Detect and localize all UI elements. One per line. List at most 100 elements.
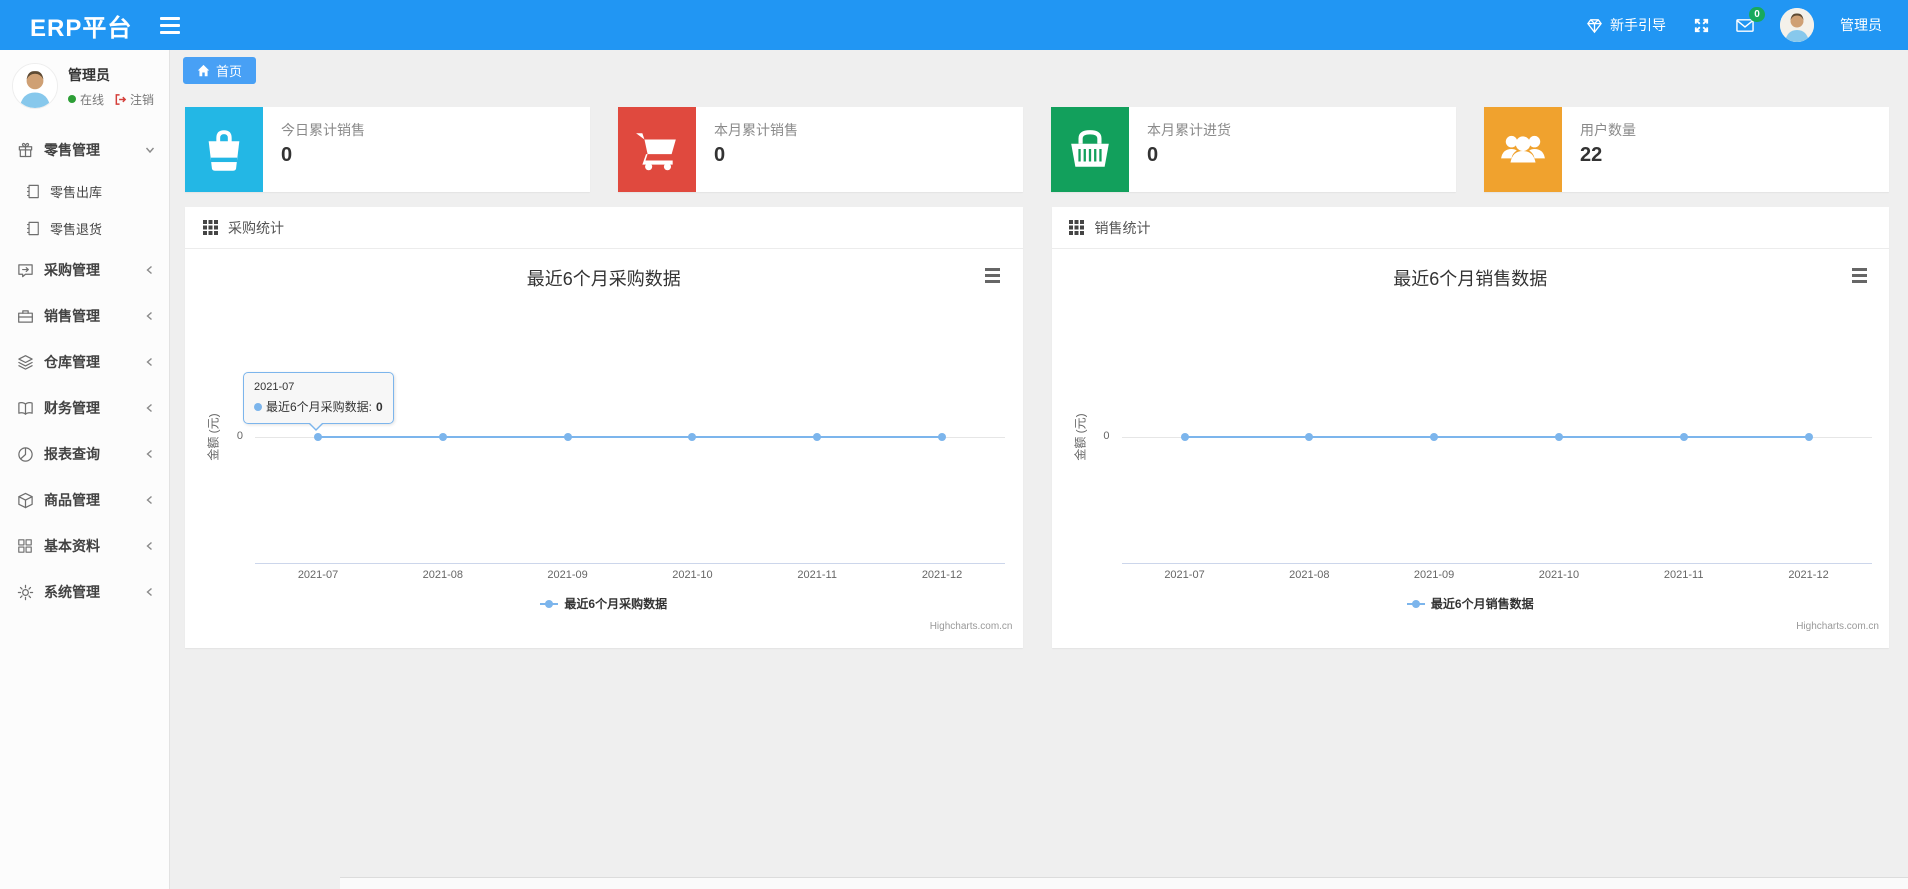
- chevron-left-icon: [145, 495, 155, 505]
- briefcase-icon: [16, 307, 34, 325]
- x-axis-line: [255, 563, 1005, 564]
- gift-icon: [16, 141, 34, 159]
- grid9-icon: [201, 219, 219, 237]
- tooltip-value: 0: [376, 399, 383, 414]
- profile-avatar[interactable]: [12, 63, 58, 109]
- sidebar-item-9[interactable]: 系统管理: [0, 569, 169, 615]
- logout-button[interactable]: 注销: [114, 91, 154, 108]
- tooltip-row: 最近6个月采购数据: 0: [254, 398, 383, 415]
- main-content: 首页 今日累计销售 0 本月累计销售 0 本月累计进货 0 用户数量 22 采购统计 最近6个…: [170, 50, 1908, 889]
- legend-marker-icon: [540, 599, 559, 609]
- sidebar-item-label: 仓库管理: [44, 354, 100, 370]
- x-axis-label: 2021-08: [422, 569, 463, 581]
- app-logo: ERP平台: [30, 14, 133, 42]
- chart-context-menu-icon[interactable]: [981, 265, 1005, 285]
- sidebar-item-7[interactable]: 商品管理: [0, 477, 169, 523]
- sidebar-item-5[interactable]: 财务管理: [0, 385, 169, 431]
- messages-button[interactable]: 0: [1736, 7, 1765, 34]
- users-icon: [1484, 107, 1562, 192]
- purchase-chart: 最近6个月采购数据 金额 (元) 0 2021-07 2021-08 2021-09 202…: [185, 249, 1023, 647]
- sidebar-item-label: 财务管理: [44, 400, 100, 416]
- chart-legend: 最近6个月销售数据: [1052, 595, 1890, 612]
- user-menu[interactable]: 管理员: [1840, 15, 1882, 35]
- cube-icon: [16, 491, 34, 509]
- sidebar-item-6[interactable]: 报表查询: [0, 431, 169, 477]
- data-point-marker[interactable]: [938, 433, 946, 441]
- submenu-item[interactable]: 零售出库: [0, 173, 169, 210]
- grid-icon: [16, 537, 34, 555]
- submenu-item-label: 零售出库: [50, 185, 103, 200]
- notebook-icon: [24, 220, 42, 238]
- sidebar-toggle-icon[interactable]: [154, 11, 186, 40]
- data-point-marker[interactable]: [813, 433, 822, 441]
- tab-bar: 首页: [170, 50, 1908, 84]
- chart-context-menu-icon[interactable]: [1847, 265, 1871, 285]
- tooltip-series-dot: [254, 402, 262, 411]
- data-point-marker[interactable]: [1305, 433, 1314, 441]
- sales-chart: 最近6个月销售数据 金额 (元) 0 2021-07 2021-08 2021-09 202…: [1052, 249, 1890, 647]
- guide-button[interactable]: 新手引导: [1585, 15, 1666, 35]
- sidebar-menu: 零售管理零售出库零售退货 采购管理 销售管理仓库管理财务管理报表查询商品管理基本资料…: [0, 127, 169, 615]
- data-point-marker[interactable]: [1679, 433, 1688, 441]
- sidebar-item-label: 系统管理: [44, 584, 100, 600]
- x-axis-label: 2021-08: [1289, 569, 1330, 581]
- fullscreen-button[interactable]: [1692, 16, 1710, 34]
- data-point-marker[interactable]: [1554, 433, 1563, 441]
- x-axis-label: 2021-12: [921, 569, 963, 581]
- sidebar-item-3[interactable]: 销售管理: [0, 293, 169, 339]
- sidebar-profile: 管理员 在线 注销: [0, 50, 169, 123]
- sidebar-item-8[interactable]: 基本资料: [0, 523, 169, 569]
- open-book-icon: [16, 399, 34, 417]
- gear-icon: [16, 583, 34, 601]
- legend-item[interactable]: 最近6个月销售数据: [1406, 595, 1534, 612]
- x-axis-label: 2021-09: [1413, 569, 1455, 581]
- user-avatar[interactable]: [1780, 8, 1814, 42]
- panel-title: 采购统计: [228, 219, 284, 236]
- stat-card-4: 用户数量 22: [1484, 107, 1889, 192]
- legend-label: 最近6个月采购数据: [564, 597, 668, 611]
- chevron-left-icon: [145, 403, 155, 413]
- data-point-marker[interactable]: [563, 433, 572, 441]
- data-point-marker[interactable]: [438, 433, 447, 441]
- tooltip-header: 2021-07: [254, 381, 295, 393]
- x-axis-label: 2021-12: [1788, 569, 1829, 581]
- chart-credits[interactable]: Highcharts.com.cn: [1796, 621, 1879, 632]
- stat-card-body: 用户数量 22: [1562, 107, 1636, 192]
- fullscreen-icon: [1692, 16, 1710, 34]
- sidebar: 管理员 在线 注销 零售管理零售出库零售退货 采购管理 销售管理仓库管理财务管理报表…: [0, 50, 170, 889]
- chart-panels-row: 采购统计 最近6个月采购数据 金额 (元) 0 2021-07 2021-08 2021-…: [185, 207, 1889, 648]
- x-axis-line: [1121, 563, 1872, 564]
- guide-label: 新手引导: [1610, 17, 1666, 33]
- data-point-marker[interactable]: [1430, 433, 1439, 441]
- data-point-marker[interactable]: [688, 433, 697, 441]
- legend-item[interactable]: 最近6个月采购数据: [540, 595, 667, 612]
- sidebar-item-1[interactable]: 零售管理: [0, 127, 169, 173]
- sidebar-item-label: 商品管理: [44, 492, 100, 508]
- submenu-item[interactable]: 零售退货: [0, 210, 169, 247]
- y-axis-tick: 0: [236, 430, 243, 442]
- legend-label: 最近6个月销售数据: [1430, 597, 1534, 611]
- data-point-marker[interactable]: [1804, 433, 1813, 441]
- online-status-label: 在线: [80, 92, 105, 107]
- data-point-marker[interactable]: [314, 433, 322, 441]
- x-axis-label: 2021-11: [797, 569, 837, 581]
- sidebar-item-2[interactable]: 采购管理: [0, 247, 169, 293]
- sales-stats-panel: 销售统计 最近6个月销售数据 金额 (元) 0 2021-07 2021-08 2021-…: [1051, 207, 1890, 648]
- shopping-basket-icon: [1051, 107, 1129, 192]
- notebook-icon: [24, 183, 42, 201]
- series-line: [318, 436, 942, 438]
- x-axis-label: 2021-07: [297, 569, 339, 581]
- gem-icon: [1585, 16, 1603, 34]
- chart-legend: 最近6个月采购数据: [185, 595, 1023, 612]
- data-point-marker[interactable]: [1180, 433, 1189, 441]
- profile-name: 管理员: [68, 66, 110, 83]
- chevron-left-icon: [145, 449, 155, 459]
- chart-credits[interactable]: Highcharts.com.cn: [930, 621, 1013, 632]
- chevron-left-icon: [145, 587, 155, 597]
- legend-marker-icon: [1406, 599, 1425, 609]
- stat-card-value: 0: [1147, 144, 1159, 166]
- chevron-left-icon: [145, 357, 155, 367]
- tab-home[interactable]: 首页: [183, 57, 257, 84]
- logout-icon: [114, 93, 127, 106]
- sidebar-item-4[interactable]: 仓库管理: [0, 339, 169, 385]
